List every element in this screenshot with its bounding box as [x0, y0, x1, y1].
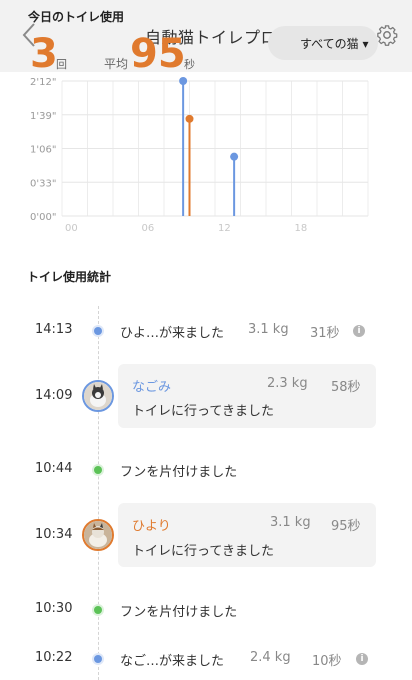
today-label: 今日のトイレ使用	[28, 10, 125, 24]
y-tick-label: 0'00"	[30, 212, 56, 223]
event-time: 10:30	[35, 601, 73, 616]
timeline-line	[98, 306, 99, 680]
gear-icon[interactable]	[376, 24, 398, 46]
event-duration: 95秒	[331, 519, 361, 534]
average-value: 95	[130, 31, 186, 77]
event-time: 10:22	[35, 650, 73, 665]
event-duration: 10秒	[312, 654, 342, 669]
y-tick-label: 1'39"	[30, 111, 56, 122]
cat-filter-label[interactable]: すべての猫 ▾	[300, 35, 369, 52]
cat-name: なごみ	[132, 380, 172, 395]
usage-count: 3	[30, 31, 58, 77]
event-text: フンを片付けました	[120, 605, 238, 620]
event-time: 10:44	[35, 461, 73, 476]
info-icon[interactable]: i	[356, 653, 368, 665]
event-duration: 31秒	[310, 326, 340, 341]
event-dot	[94, 466, 102, 474]
y-tick-label: 2'12"	[30, 77, 56, 88]
cat-avatar	[82, 519, 114, 551]
usage-chart: 2'12" 1'39" 1'06" 0'33" 0'00" 00 06 12 18	[30, 77, 369, 234]
usage-count-unit: 回	[56, 58, 67, 71]
x-tick-label: 12	[218, 223, 231, 234]
event-text: トイレに行ってきました	[132, 404, 274, 419]
event-text: ひよ…が来ました	[120, 326, 225, 341]
event-text: フンを片付けました	[120, 465, 238, 480]
event-time: 10:34	[35, 527, 73, 542]
event-dot	[94, 327, 102, 335]
section-title: トイレ使用統計	[27, 270, 112, 284]
event-text: トイレに行ってきました	[132, 544, 274, 559]
event-weight: 3.1 kg	[248, 322, 289, 337]
cat-avatar	[82, 380, 114, 412]
event-dot	[94, 606, 102, 614]
data-point	[230, 152, 239, 161]
y-tick-label: 0'33"	[30, 178, 56, 189]
event-weight: 2.3 kg	[267, 376, 308, 391]
x-tick-label: 18	[295, 223, 308, 234]
event-weight: 2.4 kg	[250, 650, 291, 665]
x-tick-label: 00	[65, 223, 78, 234]
event-weight: 3.1 kg	[270, 515, 311, 530]
event-time: 14:13	[35, 322, 73, 337]
average-label: 平均	[104, 57, 129, 71]
data-point	[179, 77, 188, 85]
average-unit: 秒	[184, 58, 195, 71]
event-text: なご…が来ました	[120, 654, 225, 669]
event-duration: 58秒	[331, 380, 361, 395]
x-tick-label: 06	[142, 223, 155, 234]
y-tick-label: 1'06"	[30, 145, 56, 156]
event-time: 14:09	[35, 388, 73, 403]
data-point	[185, 114, 194, 123]
cat-name: ひより	[132, 519, 171, 534]
event-dot	[94, 655, 102, 663]
info-icon[interactable]: i	[353, 325, 365, 337]
